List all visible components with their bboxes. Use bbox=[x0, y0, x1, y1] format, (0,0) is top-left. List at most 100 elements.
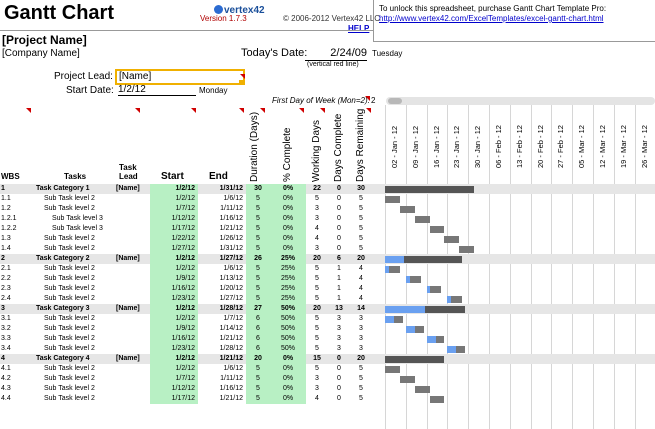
cell-task[interactable]: Task Category 3 bbox=[30, 304, 126, 314]
cell-dr[interactable]: 5 bbox=[350, 194, 372, 204]
cell-start[interactable]: 1/12/12 bbox=[150, 384, 198, 394]
cell-start[interactable]: 1/23/12 bbox=[150, 344, 198, 354]
cell-end[interactable]: 1/6/12 bbox=[198, 264, 246, 274]
cell-dc[interactable]: 0 bbox=[328, 364, 350, 374]
task-row[interactable]: 1.2 Sub Task level 2 1/7/12 1/11/12 5 0% 3 0 5 bbox=[0, 204, 655, 214]
cell-pct[interactable]: 0% bbox=[270, 244, 306, 254]
cell-lead[interactable] bbox=[116, 334, 150, 344]
cell-wd[interactable]: 4 bbox=[306, 234, 328, 244]
cell-wd[interactable]: 20 bbox=[306, 304, 328, 314]
cell-dur[interactable]: 5 bbox=[246, 194, 270, 204]
cell-start[interactable]: 1/16/12 bbox=[150, 334, 198, 344]
cell-wbs[interactable]: 1.2.2 bbox=[1, 224, 31, 234]
cell-dr[interactable]: 5 bbox=[350, 204, 372, 214]
comment-indicator-icon[interactable] bbox=[191, 108, 196, 113]
cell-dr[interactable]: 3 bbox=[350, 334, 372, 344]
cell-dc[interactable]: 0 bbox=[328, 244, 350, 254]
cell-wd[interactable]: 22 bbox=[306, 184, 328, 194]
cell-wd[interactable]: 3 bbox=[306, 374, 328, 384]
task-row[interactable]: 3.4 Sub Task level 2 1/23/12 1/28/12 6 50% 5 3 3 bbox=[0, 344, 655, 354]
cell-wbs[interactable]: 2.2 bbox=[1, 274, 31, 284]
task-row[interactable]: 2.3 Sub Task level 2 1/16/12 1/20/12 5 25% 5 1 4 bbox=[0, 284, 655, 294]
cell-end[interactable]: 1/6/12 bbox=[198, 194, 246, 204]
cell-lead[interactable] bbox=[116, 204, 150, 214]
cell-dur[interactable]: 27 bbox=[246, 304, 270, 314]
cell-dur[interactable]: 5 bbox=[246, 234, 270, 244]
fill-handle[interactable] bbox=[239, 80, 244, 85]
cell-dc[interactable]: 3 bbox=[328, 334, 350, 344]
cell-dr[interactable]: 30 bbox=[350, 184, 372, 194]
cell-dr[interactable]: 20 bbox=[350, 254, 372, 264]
cell-dur[interactable]: 6 bbox=[246, 314, 270, 324]
task-row[interactable]: 1.2.2 Sub Task level 3 1/17/12 1/21/12 5 0% 4 0… bbox=[0, 224, 655, 234]
cell-dr[interactable]: 4 bbox=[350, 284, 372, 294]
cell-end[interactable]: 1/20/12 bbox=[198, 284, 246, 294]
cell-pct[interactable]: 0% bbox=[270, 384, 306, 394]
cell-wd[interactable]: 5 bbox=[306, 274, 328, 284]
cell-task[interactable]: Task Category 4 bbox=[30, 354, 126, 364]
cell-dc[interactable]: 0 bbox=[328, 214, 350, 224]
cell-end[interactable]: 1/7/12 bbox=[198, 314, 246, 324]
cell-dur[interactable]: 6 bbox=[246, 334, 270, 344]
cell-end[interactable]: 1/31/12 bbox=[198, 184, 246, 194]
cell-dc[interactable]: 1 bbox=[328, 274, 350, 284]
cell-dc[interactable]: 0 bbox=[328, 184, 350, 194]
cell-dc[interactable]: 6 bbox=[328, 254, 350, 264]
cell-dr[interactable]: 4 bbox=[350, 294, 372, 304]
cell-end[interactable]: 1/27/12 bbox=[198, 254, 246, 264]
task-row[interactable]: 4.2 Sub Task level 2 1/7/12 1/11/12 5 0% 3 0 5 bbox=[0, 374, 655, 384]
cell-lead[interactable] bbox=[116, 314, 150, 324]
cell-wbs[interactable]: 3.1 bbox=[1, 314, 31, 324]
cell-start[interactable]: 1/2/12 bbox=[150, 304, 198, 314]
cell-dr[interactable]: 20 bbox=[350, 354, 372, 364]
cell-end[interactable]: 1/14/12 bbox=[198, 324, 246, 334]
cell-wbs[interactable]: 2.4 bbox=[1, 294, 31, 304]
cell-wd[interactable]: 3 bbox=[306, 384, 328, 394]
cell-wd[interactable]: 3 bbox=[306, 204, 328, 214]
cell-wbs[interactable]: 4.2 bbox=[1, 374, 31, 384]
cell-dc[interactable]: 0 bbox=[328, 394, 350, 404]
task-row[interactable]: 2.2 Sub Task level 2 1/9/12 1/13/12 5 25% 5 1 4 bbox=[0, 274, 655, 284]
task-row[interactable]: 3.3 Sub Task level 2 1/16/12 1/21/12 6 50% 5 3 3 bbox=[0, 334, 655, 344]
cell-dr[interactable]: 5 bbox=[350, 214, 372, 224]
cell-dc[interactable]: 0 bbox=[328, 374, 350, 384]
cell-wd[interactable]: 5 bbox=[306, 284, 328, 294]
cell-end[interactable]: 1/13/12 bbox=[198, 274, 246, 284]
category-row[interactable]: 1 Task Category 1 [Name] 1/2/12 1/31/12 30 0% 2… bbox=[0, 184, 655, 194]
promo-link[interactable]: http://www.vertex42.com/ExcelTemplates/e… bbox=[379, 14, 604, 23]
company-name[interactable]: [Company Name] bbox=[2, 48, 80, 59]
task-row[interactable]: 1.1 Sub Task level 2 1/2/12 1/6/12 5 0% 5 0 5 bbox=[0, 194, 655, 204]
cell-lead[interactable] bbox=[116, 364, 150, 374]
cell-dc[interactable]: 0 bbox=[328, 224, 350, 234]
cell-wbs[interactable]: 4.4 bbox=[1, 394, 31, 404]
cell-pct[interactable]: 50% bbox=[270, 314, 306, 324]
cell-end[interactable]: 1/31/12 bbox=[198, 244, 246, 254]
cell-dr[interactable]: 5 bbox=[350, 374, 372, 384]
cell-wbs[interactable]: 1.4 bbox=[1, 244, 31, 254]
cell-wbs[interactable]: 4.1 bbox=[1, 364, 31, 374]
cell-wd[interactable]: 5 bbox=[306, 294, 328, 304]
comment-indicator-icon[interactable] bbox=[320, 108, 325, 113]
cell-end[interactable]: 1/6/12 bbox=[198, 364, 246, 374]
cell-dur[interactable]: 30 bbox=[246, 184, 270, 194]
cell-wd[interactable]: 5 bbox=[306, 194, 328, 204]
cell-wbs[interactable]: 2.3 bbox=[1, 284, 31, 294]
cell-dr[interactable]: 5 bbox=[350, 384, 372, 394]
cell-pct[interactable]: 25% bbox=[270, 274, 306, 284]
cell-wd[interactable]: 4 bbox=[306, 394, 328, 404]
cell-end[interactable]: 1/28/12 bbox=[198, 304, 246, 314]
cell-dc[interactable]: 0 bbox=[328, 234, 350, 244]
cell-pct[interactable]: 25% bbox=[270, 254, 306, 264]
cell-lead[interactable]: [Name] bbox=[116, 254, 150, 264]
cell-wbs[interactable]: 3 bbox=[1, 304, 31, 314]
cell-pct[interactable]: 0% bbox=[270, 184, 306, 194]
timeline-scrollbar[interactable] bbox=[386, 97, 655, 105]
cell-dc[interactable]: 1 bbox=[328, 264, 350, 274]
cell-wbs[interactable]: 1.1 bbox=[1, 194, 31, 204]
cell-dc[interactable]: 1 bbox=[328, 294, 350, 304]
task-row[interactable]: 4.1 Sub Task level 2 1/2/12 1/6/12 5 0% 5 0 5 bbox=[0, 364, 655, 374]
cell-wd[interactable]: 5 bbox=[306, 264, 328, 274]
cell-dr[interactable]: 4 bbox=[350, 264, 372, 274]
category-row[interactable]: 3 Task Category 3 [Name] 1/2/12 1/28/12 27 50%… bbox=[0, 304, 655, 314]
help-link[interactable]: HELP bbox=[348, 24, 369, 33]
